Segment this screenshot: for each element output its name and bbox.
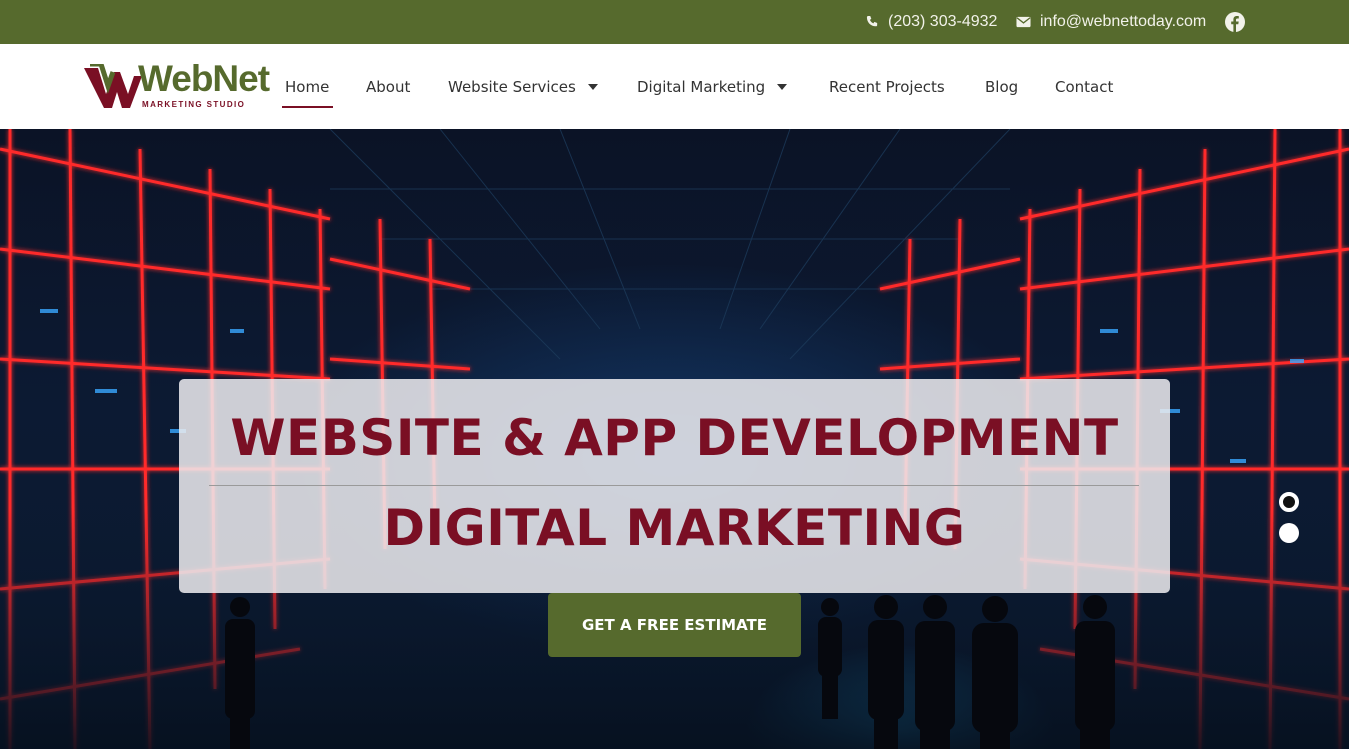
nav-recent-projects[interactable]: Recent Projects [829,78,945,96]
nav-website-services-label: Website Services [448,78,576,96]
nav-digital-marketing[interactable]: Digital Marketing [637,78,788,96]
site-header: WebNet MARKETING STUDIO Home About Websi… [0,44,1349,129]
nav-contact[interactable]: Contact [1055,78,1113,96]
envelope-icon [1016,16,1031,28]
top-contact-bar: (203) 303-4932 info@webnettoday.com [0,0,1349,44]
slider-dot-1[interactable] [1279,492,1299,512]
nav-digital-marketing-label: Digital Marketing [637,78,766,96]
slider-dot-2[interactable] [1279,523,1299,543]
nav-about[interactable]: About [366,78,410,96]
nav-home[interactable]: Home [285,78,329,96]
facebook-icon[interactable] [1225,12,1245,32]
email-address: info@webnettoday.com [1040,13,1207,30]
nav-blog[interactable]: Blog [985,78,1018,96]
phone-number: (203) 303-4932 [888,13,998,30]
nav-contact-label: Contact [1055,78,1114,96]
chevron-down-icon [587,84,598,90]
headline-divider [209,485,1139,486]
main-navigation: Home About Website Services Digital Mark… [0,44,1349,129]
hero-headline-primary: WEBSITE & APP DEVELOPMENT [230,409,1119,467]
hero-headline-secondary: DIGITAL MARKETING [383,499,966,557]
nav-about-label: About [366,78,411,96]
phone-icon [866,16,878,27]
nav-recent-projects-label: Recent Projects [829,78,945,96]
phone-link[interactable]: (203) 303-4932 [865,11,997,33]
hero-slider: WEBSITE & APP DEVELOPMENT DIGITAL MARKET… [0,129,1349,749]
free-estimate-button[interactable]: GET A FREE ESTIMATE [548,593,801,657]
active-nav-underline [282,106,333,108]
nav-home-label: Home [285,78,330,96]
chevron-down-icon [777,84,788,90]
nav-website-services[interactable]: Website Services [448,78,598,96]
nav-blog-label: Blog [985,78,1019,96]
hero-headline-panel: WEBSITE & APP DEVELOPMENT DIGITAL MARKET… [179,379,1170,593]
email-link[interactable]: info@webnettoday.com [1016,11,1206,33]
